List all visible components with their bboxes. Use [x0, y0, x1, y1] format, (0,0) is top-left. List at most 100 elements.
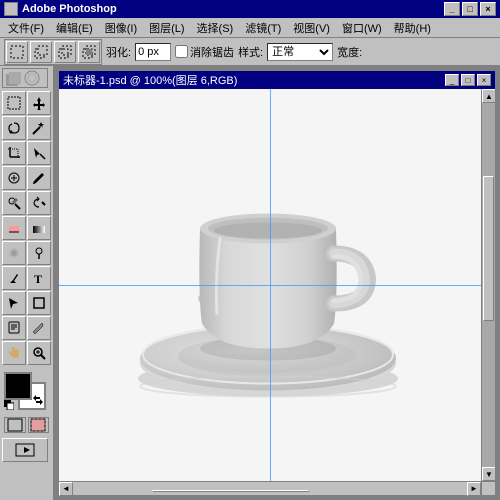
scrollbar-corner [481, 481, 495, 495]
tool-blur[interactable] [2, 241, 26, 265]
tool-row-11 [2, 341, 51, 365]
anti-alias-check[interactable] [175, 45, 188, 58]
doc-title: 未标器-1.psd @ 100%(图层 6,RGB) [63, 72, 237, 88]
tool-eraser[interactable] [2, 216, 26, 240]
default-colors-icon[interactable] [4, 400, 14, 410]
doc-title-buttons: _ □ × [445, 74, 491, 86]
tool-row-1 [2, 91, 51, 115]
canvas-drawing [59, 89, 481, 481]
width-label: 宽度: [337, 44, 362, 60]
subtract-selection-btn[interactable] [54, 41, 76, 63]
screen-mode-btn[interactable] [2, 438, 48, 462]
app-title: Adobe Photoshop [22, 3, 117, 15]
anti-alias-label: 消除锯齿 [190, 44, 234, 60]
tool-row-6 [2, 216, 51, 240]
doc-title-bar: 未标器-1.psd @ 100%(图层 6,RGB) _ □ × [59, 71, 495, 89]
doc-content-row: ▲ ▼ [59, 89, 495, 481]
tool-type[interactable]: T [27, 266, 51, 290]
color-swatch-area [2, 370, 51, 412]
menu-layer[interactable]: 图层(L) [143, 18, 190, 38]
tool-marquee-rect[interactable] [2, 91, 26, 115]
tool-row-4 [2, 166, 51, 190]
tool-preview [2, 68, 48, 88]
menu-filter[interactable]: 滤镜(T) [239, 18, 287, 38]
maximize-button[interactable]: □ [462, 2, 478, 16]
feather-label: 羽化: [106, 44, 131, 60]
scroll-v-thumb[interactable] [483, 176, 494, 322]
tool-notes[interactable] [2, 316, 26, 340]
tool-paint-bucket[interactable] [27, 216, 51, 240]
scroll-right-btn[interactable]: ► [467, 482, 481, 496]
anti-alias-checkbox[interactable]: 消除锯齿 [175, 44, 234, 60]
options-bar: 羽化: 消除锯齿 样式: 正常 固定比例 固定大小 宽度: [0, 38, 500, 66]
tool-row-7 [2, 241, 51, 265]
menu-file[interactable]: 文件(F) [2, 18, 50, 38]
swap-colors-icon[interactable] [32, 394, 44, 406]
scroll-h-thumb[interactable] [152, 490, 310, 492]
tool-clone-stamp[interactable] [2, 191, 26, 215]
quick-mask-area [2, 415, 51, 435]
tool-row-9 [2, 291, 51, 315]
doc-close-btn[interactable]: × [477, 74, 491, 86]
doc-maximize-btn[interactable]: □ [461, 74, 475, 86]
menu-window[interactable]: 窗口(W) [336, 18, 388, 38]
tool-hand[interactable] [2, 341, 26, 365]
vertical-scrollbar: ▲ ▼ [481, 89, 495, 481]
standard-mode-btn[interactable] [4, 417, 26, 433]
scroll-left-btn[interactable]: ◄ [59, 482, 73, 496]
menu-select[interactable]: 选择(S) [191, 18, 240, 38]
menu-edit[interactable]: 编辑(E) [50, 18, 99, 38]
doc-content[interactable] [59, 89, 481, 481]
tool-row-5 [2, 191, 51, 215]
scroll-up-btn[interactable]: ▲ [482, 89, 495, 103]
style-label: 样式: [238, 44, 263, 60]
app-icon [4, 2, 18, 16]
tool-row-2 [2, 116, 51, 140]
tool-path-selection[interactable] [2, 291, 26, 315]
canvas-area[interactable]: 未标器-1.psd @ 100%(图层 6,RGB) _ □ × [54, 66, 500, 500]
screen-mode-area [2, 438, 51, 462]
selection-options-group [4, 39, 102, 65]
cup-svg [120, 139, 420, 429]
tool-crop[interactable] [2, 141, 26, 165]
new-selection-btn[interactable] [6, 41, 28, 63]
tool-dodge[interactable] [27, 241, 51, 265]
cup-container [120, 139, 420, 432]
doc-bottom-row: ◄ ► [59, 481, 495, 495]
tool-shape[interactable] [27, 291, 51, 315]
tool-lasso[interactable] [2, 116, 26, 140]
tool-magic-wand[interactable] [27, 116, 51, 140]
menu-help[interactable]: 帮助(H) [388, 18, 437, 38]
scroll-down-btn[interactable]: ▼ [482, 467, 495, 481]
tool-slice[interactable] [27, 141, 51, 165]
foreground-color-swatch[interactable] [4, 372, 32, 400]
tool-row-8: T [2, 266, 51, 290]
scroll-v-track[interactable] [482, 103, 495, 467]
tool-move[interactable] [27, 91, 51, 115]
doc-minimize-btn[interactable]: _ [445, 74, 459, 86]
tool-healing[interactable] [2, 166, 26, 190]
minimize-button[interactable]: _ [444, 2, 460, 16]
toolbox: T [0, 66, 54, 500]
tool-eyedropper[interactable] [27, 316, 51, 340]
menu-bar: 文件(F) 编辑(E) 图像(I) 图层(L) 选择(S) 滤镜(T) 视图(V… [0, 18, 500, 38]
style-select[interactable]: 正常 固定比例 固定大小 [267, 43, 333, 61]
main-area: T [0, 66, 500, 500]
quick-mask-btn[interactable] [28, 417, 50, 433]
svg-text:T: T [34, 272, 42, 285]
menu-image[interactable]: 图像(I) [99, 18, 143, 38]
intersect-selection-btn[interactable] [78, 41, 100, 63]
feather-input[interactable] [135, 43, 171, 61]
tool-row-3 [2, 141, 51, 165]
color-swatches [4, 372, 50, 410]
title-bar-buttons: _ □ × [444, 2, 496, 16]
app-title-bar: Adobe Photoshop _ □ × [0, 0, 500, 18]
add-selection-btn[interactable] [30, 41, 52, 63]
menu-view[interactable]: 视图(V) [287, 18, 336, 38]
document-window: 未标器-1.psd @ 100%(图层 6,RGB) _ □ × [58, 70, 496, 496]
close-button[interactable]: × [480, 2, 496, 16]
tool-zoom[interactable] [27, 341, 51, 365]
tool-history-brush[interactable] [27, 191, 51, 215]
tool-brush[interactable] [27, 166, 51, 190]
tool-pen[interactable] [2, 266, 26, 290]
